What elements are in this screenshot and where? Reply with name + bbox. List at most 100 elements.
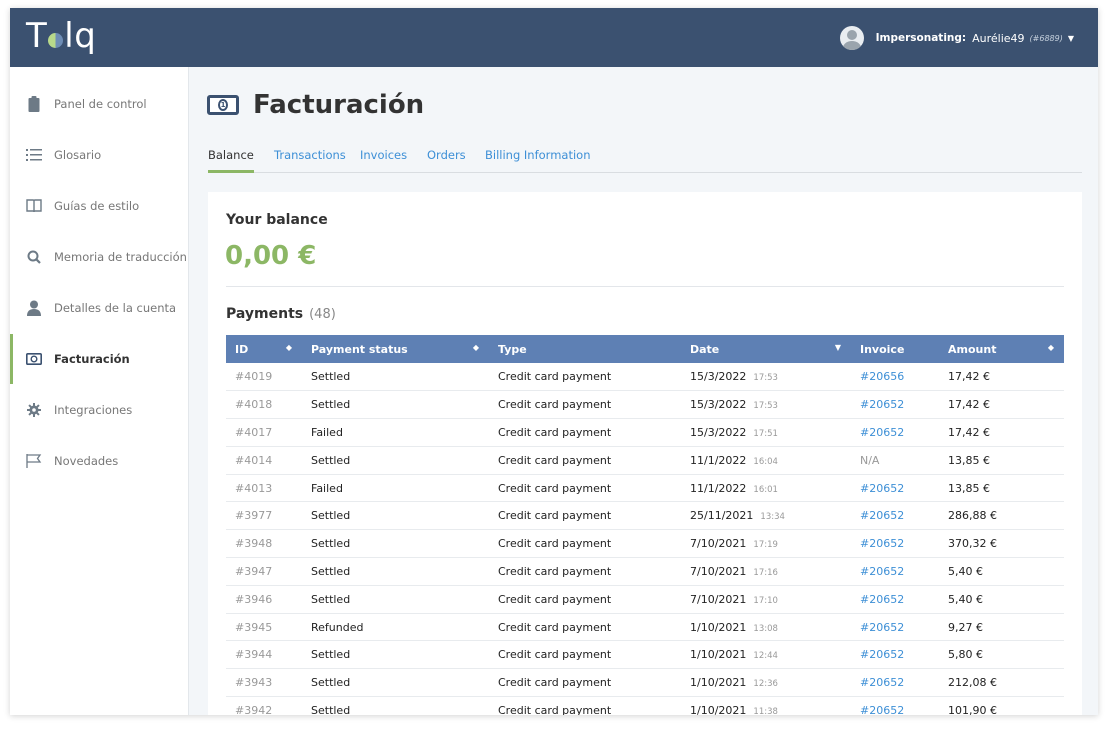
column-header-id[interactable]: ID ◆ xyxy=(226,335,302,363)
payment-type: Credit card payment xyxy=(498,537,612,551)
flag-icon xyxy=(26,453,42,469)
invoice-link[interactable]: #20652 xyxy=(851,419,939,447)
payment-type: Credit card payment xyxy=(498,564,612,578)
payment-status: Settled xyxy=(311,509,351,523)
payment-id: #4013 xyxy=(235,481,273,495)
sidebar-item-integraciones[interactable]: Integraciones xyxy=(10,385,189,435)
list-icon xyxy=(26,147,42,163)
payments-table: ID ◆ Payment status ◆ Type Date ▼ Invoice A… xyxy=(226,335,1064,715)
payment-time: 17:53 xyxy=(753,401,778,412)
invoice-link[interactable]: #20652 xyxy=(851,502,939,530)
payment-type: Credit card payment xyxy=(498,620,612,634)
table-row: #3945 Refunded Credit card payment 1/10/202… xyxy=(226,613,1064,641)
table-row: #3948 Settled Credit card payment 7/10/2021… xyxy=(226,530,1064,558)
payment-id: #3944 xyxy=(235,648,273,662)
sidebar-item-guias-de-estilo[interactable]: Guías de estilo xyxy=(10,181,189,231)
payment-amount: 286,88 € xyxy=(948,509,997,523)
payment-status: Settled xyxy=(311,370,351,384)
payment-date-cell: 11/1/2022 16:01 xyxy=(681,474,851,502)
sort-desc-icon[interactable]: ▼ xyxy=(835,343,841,352)
app-window: Tlq Impersonating: Aurélie49 (#6889) ▼ P… xyxy=(10,8,1098,715)
invoice-link[interactable]: #20652 xyxy=(851,613,939,641)
payment-date-cell: 1/10/2021 11:38 xyxy=(681,697,851,715)
caret-down-icon[interactable]: ▼ xyxy=(1068,34,1074,43)
sidebar-item-label: Facturación xyxy=(54,352,130,366)
tab-billing-information[interactable]: Billing Information xyxy=(485,148,590,173)
payment-date: 15/3/2022 xyxy=(690,370,747,384)
payment-id: #4019 xyxy=(235,370,273,384)
sort-icon[interactable]: ◆ xyxy=(473,343,479,352)
sidebar-item-label: Panel de control xyxy=(54,97,147,111)
sidebar: Panel de control Glosario Guías de estil… xyxy=(10,67,189,715)
payment-time: 17:51 xyxy=(753,428,778,439)
sidebar-item-memoria-de-traduccion[interactable]: Memoria de traducción xyxy=(10,232,189,282)
invoice-link[interactable]: #20652 xyxy=(851,641,939,669)
sidebar-item-novedades[interactable]: Novedades xyxy=(10,436,189,486)
payment-time: 17:19 xyxy=(753,540,778,551)
payment-date: 7/10/2021 xyxy=(690,592,747,606)
tab-balance[interactable]: Balance xyxy=(208,148,254,173)
tab-transactions[interactable]: Transactions xyxy=(274,148,346,173)
billing-tabs: Balance Transactions Invoices Orders Bil… xyxy=(208,148,1082,173)
column-header-type: Type xyxy=(498,342,527,356)
payment-date: 11/1/2022 xyxy=(690,481,747,495)
sidebar-item-panel-de-control[interactable]: Panel de control xyxy=(10,79,189,129)
sort-icon[interactable]: ◆ xyxy=(286,343,292,352)
column-header-amount[interactable]: Amount ◆ xyxy=(939,335,1064,363)
payment-amount: 5,40 € xyxy=(948,592,983,606)
sort-icon[interactable]: ◆ xyxy=(1048,343,1054,352)
payment-amount: 212,08 € xyxy=(948,676,997,690)
page-header: 1 Facturación xyxy=(207,88,424,122)
payment-time: 17:16 xyxy=(753,567,778,578)
avatar[interactable] xyxy=(839,26,864,50)
payment-date-cell: 7/10/2021 17:19 xyxy=(681,530,851,558)
payment-date: 7/10/2021 xyxy=(690,564,747,578)
invoice-link[interactable]: #20652 xyxy=(851,530,939,558)
payment-date: 1/10/2021 xyxy=(690,620,747,634)
payments-label: Payments xyxy=(226,306,304,322)
payment-date-cell: 1/10/2021 12:36 xyxy=(681,669,851,697)
invoice-link[interactable]: #20652 xyxy=(851,697,939,715)
invoice-link[interactable]: #20652 xyxy=(851,585,939,613)
table-row: #4019 Settled Credit card payment 15/3/2022… xyxy=(226,363,1064,391)
payment-id: #3948 xyxy=(235,537,273,551)
impersonated-user-name: Aurélie49 xyxy=(972,31,1025,45)
sidebar-item-label: Detalles de la cuenta xyxy=(54,301,177,315)
book-icon xyxy=(26,198,42,214)
invoice-link: N/A xyxy=(860,453,880,467)
tab-invoices[interactable]: Invoices xyxy=(360,148,407,173)
payment-type: Credit card payment xyxy=(498,425,612,439)
payments-title: Payments (48) xyxy=(226,306,336,322)
sidebar-item-facturacion[interactable]: Facturación xyxy=(10,334,189,384)
page-title: Facturación xyxy=(253,90,425,120)
payment-type: Credit card payment xyxy=(498,481,612,495)
column-header-date[interactable]: Date ▼ xyxy=(681,335,851,363)
money-icon xyxy=(26,351,42,367)
invoice-link[interactable]: #20656 xyxy=(851,363,939,391)
payment-type: Credit card payment xyxy=(498,509,612,523)
divider xyxy=(226,286,1064,287)
tab-orders[interactable]: Orders xyxy=(427,148,466,173)
payment-status: Settled xyxy=(311,676,351,690)
invoice-link[interactable]: #20652 xyxy=(851,391,939,419)
invoice-link[interactable]: #20652 xyxy=(851,474,939,502)
table-row: #3947 Settled Credit card payment 7/10/2021… xyxy=(226,558,1064,586)
table-row: #4018 Settled Credit card payment 15/3/2022… xyxy=(226,391,1064,419)
sidebar-item-detalles-de-la-cuenta[interactable]: Detalles de la cuenta xyxy=(10,283,189,333)
payment-type: Credit card payment xyxy=(498,453,612,467)
tolq-logo[interactable]: Tlq xyxy=(26,16,96,56)
table-header-row: ID ◆ Payment status ◆ Type Date ▼ Invoice A… xyxy=(226,335,1064,363)
payment-date-cell: 1/10/2021 12:44 xyxy=(681,641,851,669)
payment-status: Failed xyxy=(311,481,343,495)
payment-id: #3946 xyxy=(235,592,273,606)
sidebar-item-glosario[interactable]: Glosario xyxy=(10,130,189,180)
payment-time: 16:04 xyxy=(753,456,778,467)
payment-id: #3942 xyxy=(235,703,273,715)
sidebar-item-label: Glosario xyxy=(54,148,102,162)
payment-date: 1/10/2021 xyxy=(690,648,747,662)
invoice-link[interactable]: #20652 xyxy=(851,558,939,586)
column-header-payment-status[interactable]: Payment status ◆ xyxy=(302,335,489,363)
invoice-link[interactable]: #20652 xyxy=(851,669,939,697)
impersonation-menu[interactable]: Impersonating: Aurélie49 (#6889) ▼ xyxy=(839,26,1074,50)
payment-status: Failed xyxy=(311,425,343,439)
